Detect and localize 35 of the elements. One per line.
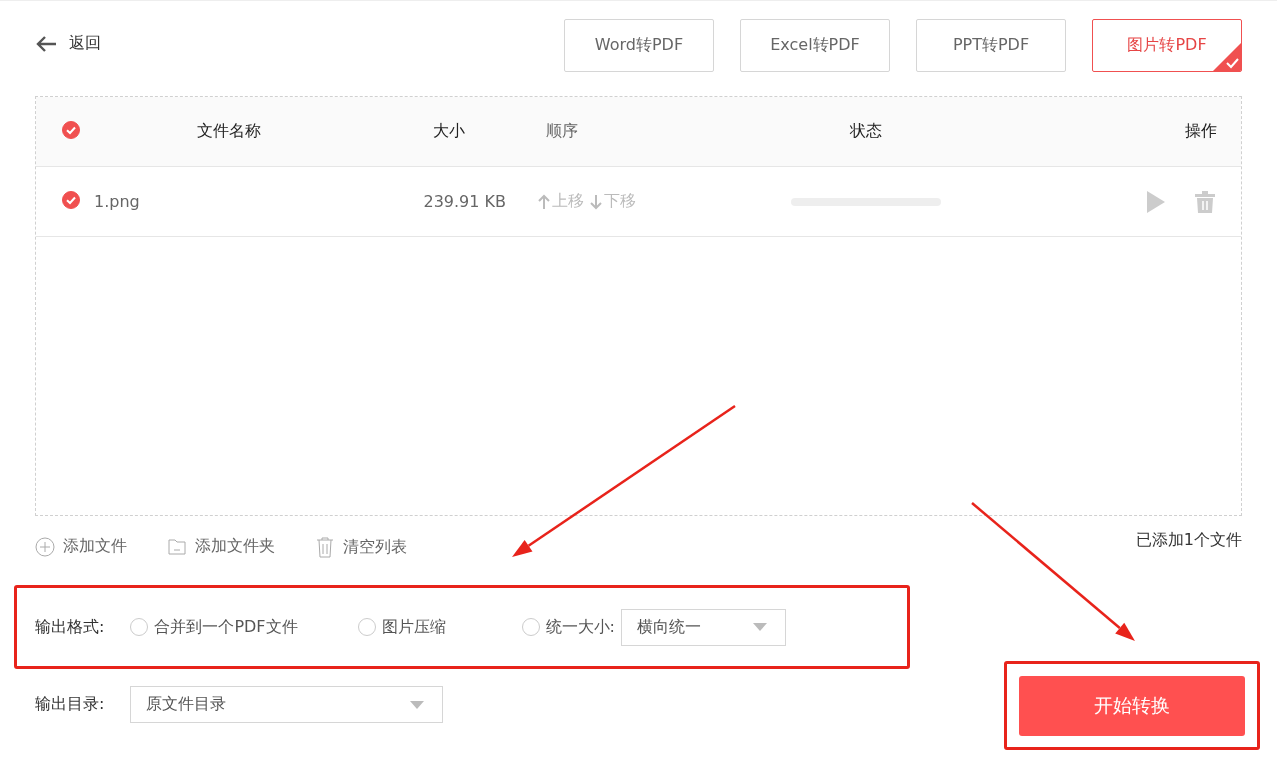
folder-icon: [167, 536, 187, 557]
conversion-tab[interactable]: Excel转PDF: [740, 19, 890, 72]
down-arrow-icon: [590, 193, 602, 210]
conversion-tab[interactable]: 图片转PDF: [1092, 19, 1242, 72]
column-header: 顺序: [546, 121, 578, 142]
caret-icon: [410, 700, 425, 709]
back-arrow-icon: [35, 34, 57, 53]
caret-icon: [752, 623, 767, 631]
toolbar-button[interactable]: 清空列表: [315, 536, 407, 558]
column-header: 大小: [432, 121, 465, 142]
size-select[interactable]: 横向统一: [620, 608, 786, 646]
radio-option[interactable]: 图片压缩: [357, 616, 446, 638]
conversion-tab[interactable]: Word转PDF: [564, 19, 714, 72]
output-dir-label: 输出目录:: [35, 694, 105, 715]
radio-option[interactable]: 合并到一个PDF文件: [130, 616, 298, 638]
toolbar-button[interactable]: 添加文件夹: [167, 536, 275, 557]
column-header: 操作: [1185, 121, 1218, 142]
check-corner-icon: [1212, 42, 1241, 71]
conversion-tab[interactable]: PPT转PDF: [916, 19, 1066, 72]
column-header: 文件名称: [196, 121, 261, 142]
back-button[interactable]: 返回: [35, 33, 101, 54]
checkbox[interactable]: [62, 190, 80, 209]
plus-circle-icon: [35, 536, 55, 557]
checkbox[interactable]: [62, 120, 80, 139]
file-size: 239.91 KB: [423, 192, 506, 211]
file-count: 已添加1个文件: [1135, 530, 1242, 551]
up-arrow-icon: [538, 193, 550, 210]
radio-option[interactable]: 统一大小:: [521, 616, 615, 638]
toolbar-button[interactable]: 添加文件: [35, 536, 127, 557]
start-button[interactable]: 开始转换: [1019, 675, 1245, 736]
output-dir-select[interactable]: 原文件目录: [130, 686, 444, 723]
output-format-label: 输出格式:: [35, 616, 105, 638]
column-header: 状态: [850, 121, 882, 142]
file-name: 1.png: [94, 192, 140, 211]
trash-icon: [315, 536, 335, 558]
